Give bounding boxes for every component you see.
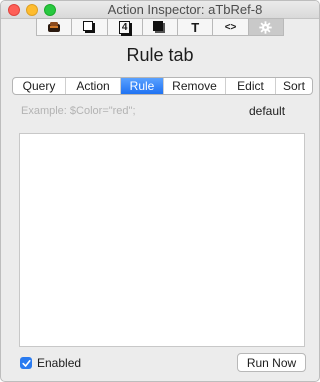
- close-window-button[interactable]: [8, 4, 20, 16]
- toolbar-general-button[interactable]: [37, 19, 73, 35]
- window-title: Action Inspector: aTbRef-8: [107, 2, 263, 17]
- text-t-icon: T: [191, 19, 200, 35]
- toolbar-appearance-button[interactable]: [72, 19, 108, 35]
- toolbar-typography-button[interactable]: T: [178, 19, 214, 35]
- toolbar-text-button[interactable]: 4: [108, 19, 143, 35]
- checkmark-icon: [21, 359, 31, 367]
- tab-edict[interactable]: Edict: [226, 78, 276, 94]
- action-inspector-window: Action Inspector: aTbRef-8 4 T <> Rule t…: [0, 0, 320, 382]
- toolbar-shape-button[interactable]: [143, 19, 179, 35]
- minimize-window-button[interactable]: [26, 4, 38, 16]
- gear-icon: [259, 20, 273, 34]
- number-4-icon: 4: [118, 20, 131, 34]
- title-bar: Action Inspector: aTbRef-8: [1, 1, 319, 19]
- box-icon: [48, 22, 61, 32]
- run-now-button[interactable]: Run Now: [237, 353, 306, 372]
- inspector-toolbar: 4 T <>: [36, 18, 284, 36]
- tab-action[interactable]: Action: [66, 78, 121, 94]
- action-tab-bar: Query Action Rule Remove Edict Sort: [12, 77, 313, 95]
- code-brackets-icon: <>: [224, 21, 237, 33]
- toolbar-code-button[interactable]: <>: [213, 19, 249, 35]
- rule-code-editor[interactable]: [19, 133, 305, 347]
- panel-heading: Rule tab: [126, 45, 194, 65]
- black-square-icon: [153, 21, 166, 33]
- white-square-icon: [82, 21, 95, 33]
- tab-remove[interactable]: Remove: [164, 78, 226, 94]
- tab-query[interactable]: Query: [13, 78, 66, 94]
- default-rule-label[interactable]: default: [249, 104, 285, 118]
- enabled-checkbox[interactable]: [20, 357, 32, 369]
- tab-rule[interactable]: Rule: [121, 78, 164, 94]
- tab-sort[interactable]: Sort: [276, 78, 312, 94]
- zoom-window-button[interactable]: [44, 4, 56, 16]
- rule-example-placeholder: Example: $Color="red";: [21, 105, 136, 117]
- enabled-label[interactable]: Enabled: [37, 356, 81, 370]
- toolbar-action-button[interactable]: [248, 19, 283, 35]
